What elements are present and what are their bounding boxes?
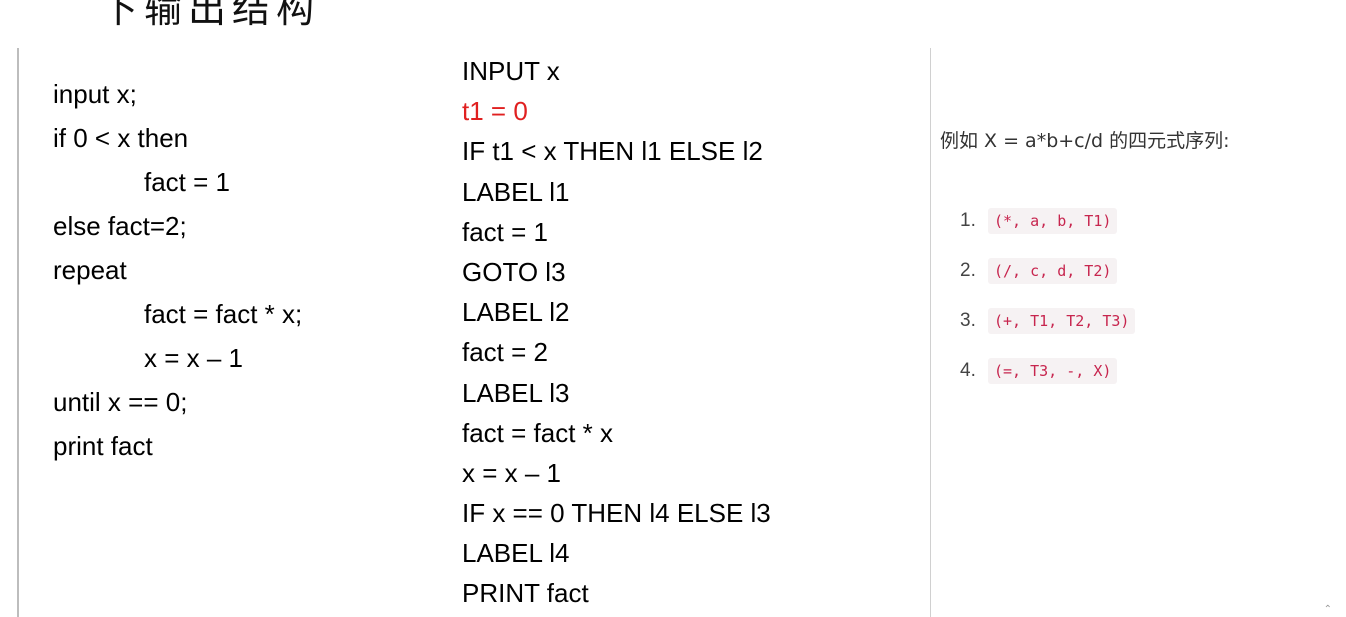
source-line: print fact [53, 431, 153, 461]
ir-line: fact = fact * x [462, 417, 614, 448]
quadruple-item: 2. (/, c, d, T2) [960, 246, 1135, 296]
ir-line: LABEL l4 [462, 538, 570, 569]
ir-line: x = x – 1 [462, 457, 561, 488]
source-line: repeat [53, 255, 127, 285]
quadruple-number: 3. [960, 310, 976, 331]
quadruple-item: 4. (=, T3, -, X) [960, 346, 1135, 396]
quadruple-code: (+, T1, T2, T3) [988, 308, 1136, 334]
source-line: if 0 < x then [53, 123, 189, 153]
quadruple-code: (*, a, b, T1) [988, 208, 1118, 234]
quadruple-code: (=, T3, -, X) [988, 358, 1118, 384]
ir-line: PRINT fact [462, 578, 589, 609]
quadruple-list: 1. (*, a, b, T1) 2. (/, c, d, T2) 3. (+,… [960, 196, 1136, 396]
quadruple-number: 2. [960, 260, 976, 281]
ir-line: LABEL l1 [462, 176, 570, 207]
ir-line: LABEL l2 [462, 297, 570, 328]
source-line: x = x – 1 [144, 343, 243, 373]
ir-line-highlighted: t1 = 0 [462, 96, 528, 127]
source-line: fact = fact * x; [144, 299, 303, 329]
source-line: input x; [53, 79, 137, 109]
quadruple-number: 1. [960, 210, 976, 231]
ir-line: GOTO l3 [462, 256, 566, 287]
ir-line: IF t1 < x THEN l1 ELSE l2 [462, 136, 763, 167]
source-line: fact = 1 [144, 167, 230, 197]
source-code-block: input x; if 0 < x then fact = 1 else fac… [53, 72, 302, 468]
ir-line: INPUT x [462, 56, 560, 86]
quadruple-item: 1. (*, a, b, T1) [960, 196, 1135, 246]
ir-line: fact = 2 [462, 337, 548, 368]
quadruple-code: (/, c, d, T2) [988, 258, 1118, 284]
quadruple-item: 3. (+, T1, T2, T3) [960, 296, 1136, 346]
quadruple-number: 4. [960, 360, 976, 381]
right-divider [930, 48, 931, 617]
corner-mark-icon: ⌃ [1323, 604, 1332, 615]
page-heading: 下输出结构 [100, 0, 321, 31]
intermediate-code-block: INPUT x t1 = 0 IF t1 < x THEN l1 ELSE l2… [462, 51, 771, 614]
source-line: else fact=2; [53, 211, 187, 241]
ir-line: LABEL l3 [462, 377, 570, 408]
ir-line: IF x == 0 THEN l4 ELSE l3 [462, 498, 771, 529]
quadruple-intro: 例如 X = a*b+c/d 的四元式序列: [940, 130, 1230, 152]
source-line: until x == 0; [53, 387, 188, 417]
ir-line: fact = 1 [462, 216, 548, 247]
quadruple-panel: 例如 X = a*b+c/d 的四元式序列: 1. (*, a, b, T1) … [932, 48, 1346, 617]
left-divider [17, 48, 19, 617]
